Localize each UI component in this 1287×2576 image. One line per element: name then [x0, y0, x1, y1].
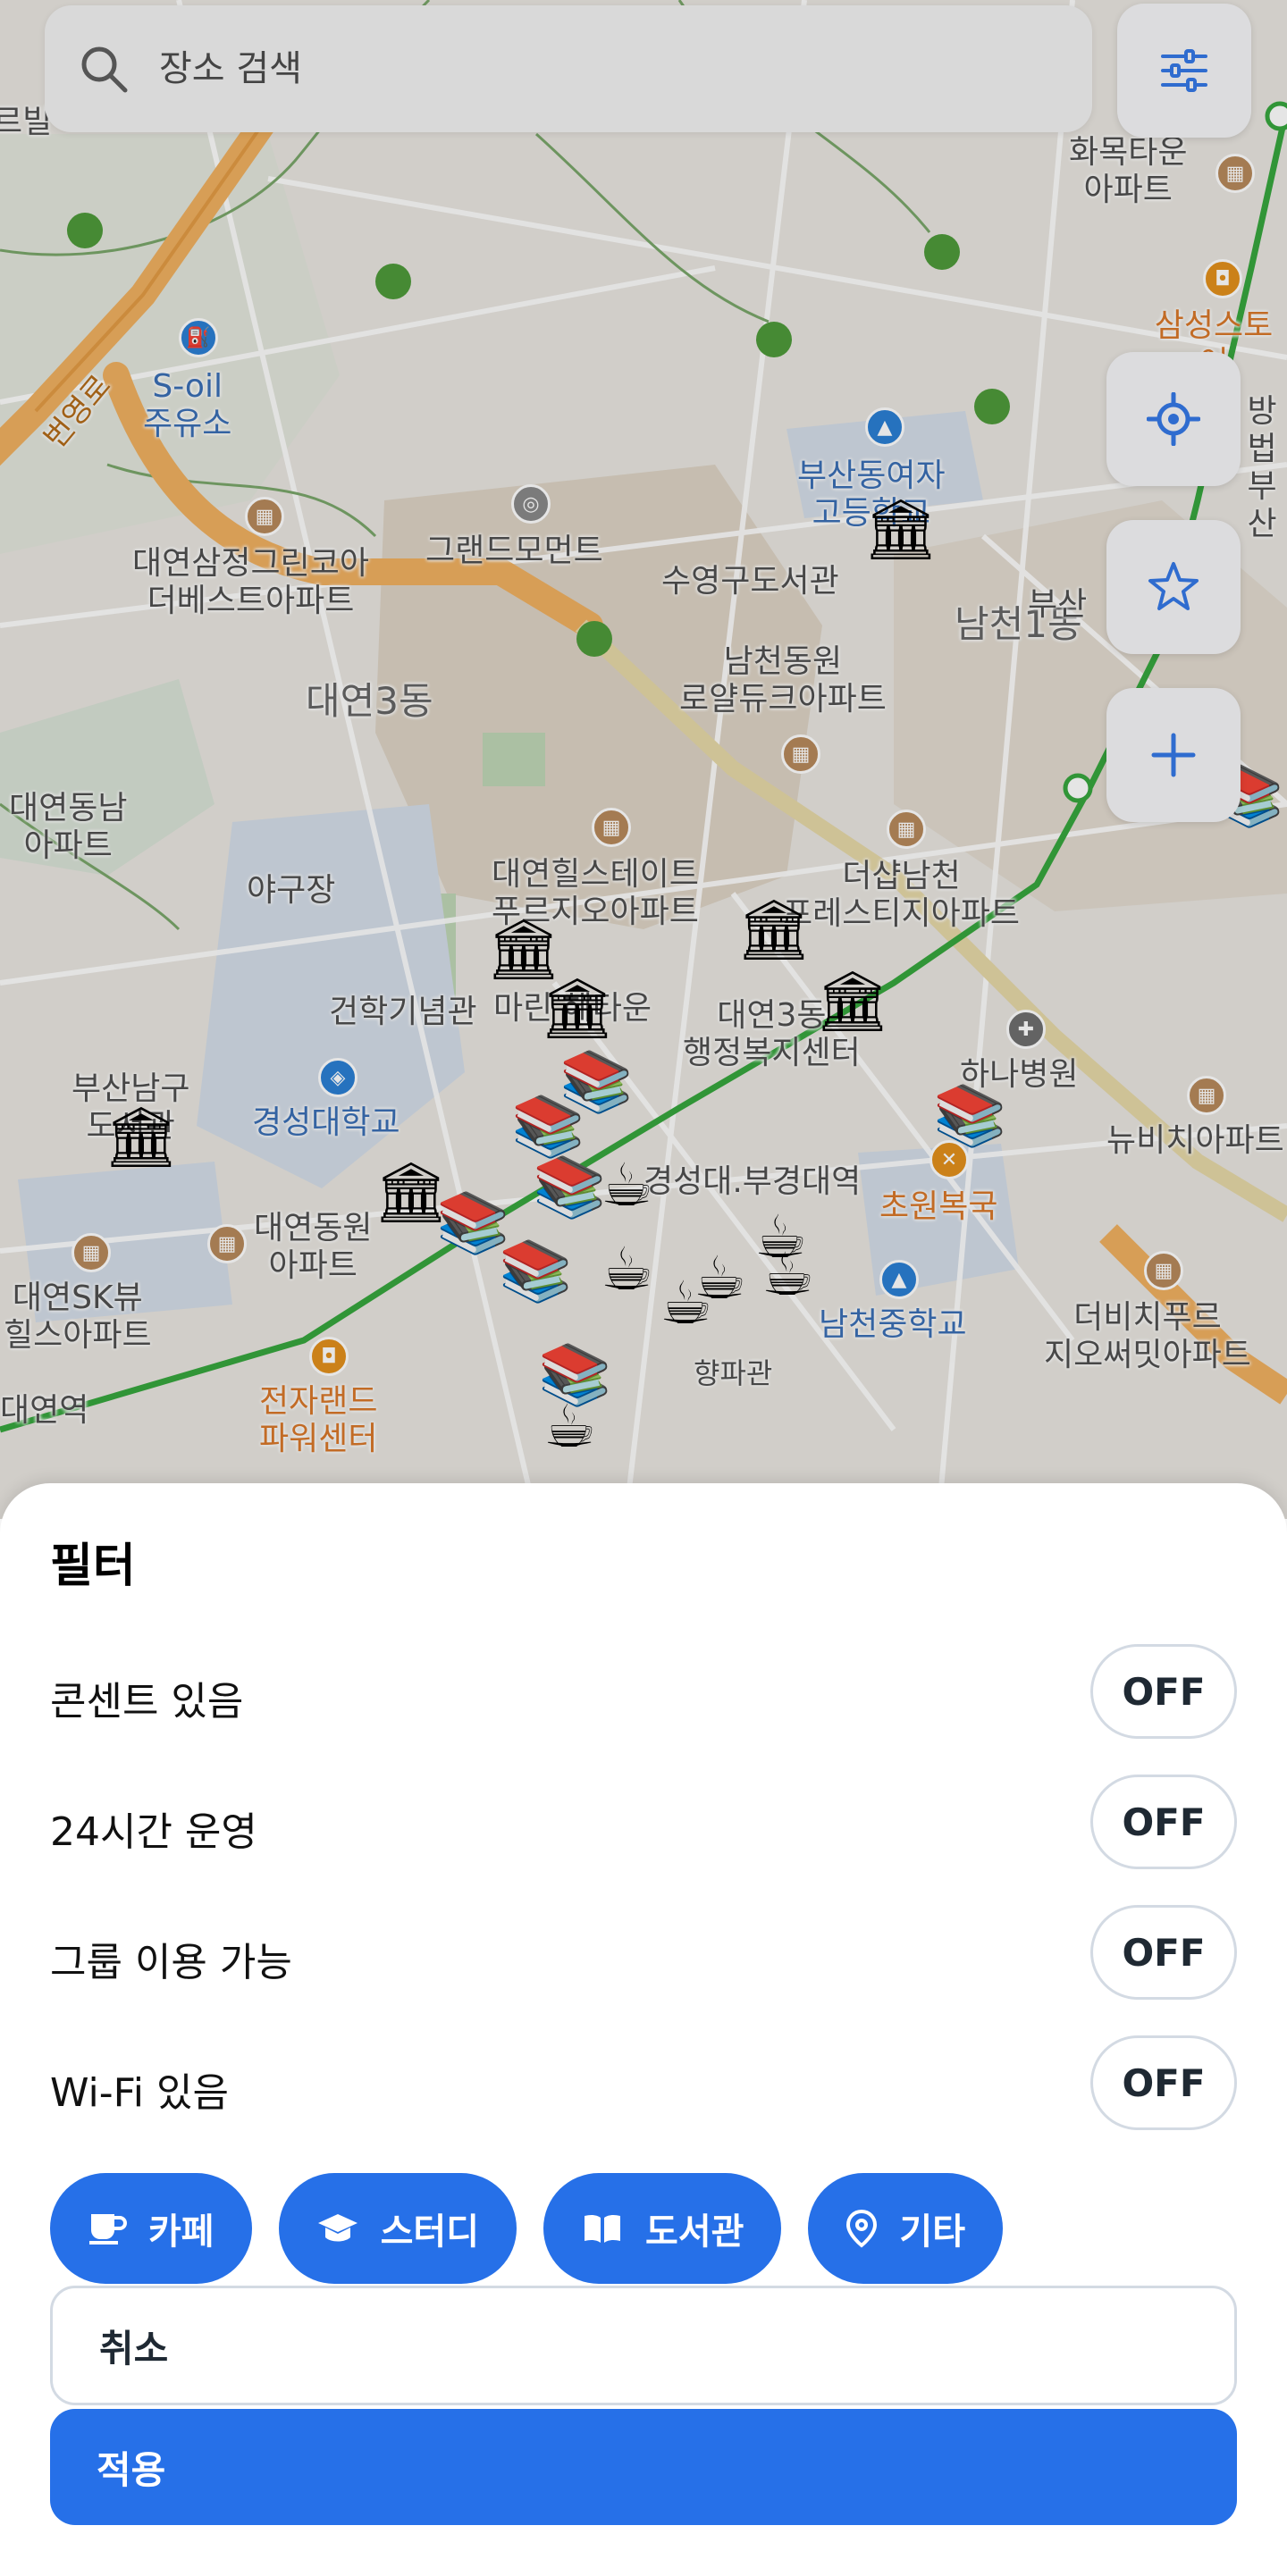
cafe-marker-icon[interactable]: ☕ [601, 1240, 653, 1299]
filter-row-group: 그룹 이용 가능 OFF [50, 1905, 1237, 2003]
store-pin-icon[interactable]: ◘ [1203, 259, 1242, 298]
category-chips: 카페 스터디 도서관 기타 [50, 2173, 1004, 2284]
map-label: 더비치푸르 지오써밋아파트 [1044, 1299, 1251, 1373]
map-label: S-oil 주유소 [143, 368, 232, 442]
filter-row-24h: 24시간 운영 OFF [50, 1775, 1237, 1873]
map-label: 향파관 [694, 1356, 773, 1390]
apartment-pin-icon[interactable]: ▦ [72, 1233, 111, 1272]
wifi-toggle[interactable]: OFF [1090, 2035, 1237, 2130]
sheet-title: 필터 [50, 1540, 136, 1593]
group-use-toggle[interactable]: OFF [1090, 1905, 1237, 2000]
search-input[interactable] [157, 47, 965, 90]
map-label: 건학기념관 [329, 994, 477, 1030]
apartment-pin-icon[interactable]: ▦ [781, 734, 820, 774]
map-label: 남천동원 로얄듀크아파트 [679, 643, 887, 717]
search-icon [81, 46, 128, 93]
filter-label: 24시간 운영 [50, 1809, 257, 1855]
open-24h-toggle[interactable]: OFF [1090, 1775, 1237, 1869]
cafe-marker-icon[interactable]: ☕ [601, 1156, 653, 1215]
graduation-cap-icon [317, 2214, 358, 2242]
library-marker-icon[interactable]: 🏛 [104, 1108, 179, 1167]
map-label: 대연SK뷰 힐스아파트 [4, 1280, 152, 1354]
apply-button[interactable]: 적용 [50, 2409, 1237, 2525]
category-chip-study[interactable]: 스터디 [278, 2173, 517, 2284]
filter-label: Wi-Fi 있음 [50, 2070, 229, 2116]
apartment-pin-icon[interactable]: ▦ [1187, 1076, 1226, 1115]
study-books-marker-icon[interactable]: 📚 [499, 1242, 572, 1301]
cancel-button[interactable]: 취소 [50, 2286, 1237, 2405]
study-books-marker-icon[interactable]: 📚 [533, 1158, 606, 1217]
school-pin-icon[interactable]: ▲ [865, 407, 904, 447]
map-label: 화목타운 아파트 [1069, 134, 1188, 208]
chip-label: 기타 [899, 2211, 966, 2253]
coffee-cup-icon [89, 2214, 127, 2245]
map-label: 야구장 [247, 872, 336, 909]
cafe-marker-icon[interactable]: ☕ [543, 1397, 596, 1456]
map-label: 수영구도서관 [661, 563, 839, 600]
library-marker-icon[interactable]: 🏛 [815, 972, 890, 1031]
school-pin-icon[interactable]: ▲ [879, 1260, 919, 1299]
chip-label: 도서관 [645, 2211, 744, 2253]
plus-icon [1151, 733, 1196, 777]
store-pin-icon[interactable]: ◘ [309, 1337, 349, 1376]
university-pin-icon[interactable]: ◈ [318, 1058, 358, 1097]
favorites-button[interactable] [1106, 520, 1241, 654]
map-label: 대연3동 [306, 679, 433, 723]
category-chip-cafe[interactable]: 카페 [50, 2173, 252, 2284]
apartment-pin-icon[interactable]: ▦ [245, 497, 284, 536]
study-books-marker-icon[interactable]: 📚 [511, 1097, 585, 1156]
filter-label: 그룹 이용 가능 [50, 1940, 292, 1985]
star-icon [1148, 562, 1199, 610]
gas-station-pin-icon[interactable]: ⛽ [179, 318, 218, 357]
map-label: 뉴비치아파트 [1106, 1122, 1284, 1159]
map-label: 전자랜드 파워센터 [259, 1383, 378, 1457]
category-chip-other[interactable]: 기타 [808, 2173, 1004, 2284]
add-place-button[interactable] [1106, 688, 1241, 822]
sliders-icon [1161, 49, 1207, 92]
map-label: 대연삼정그린코아 더베스트아파트 [132, 545, 369, 619]
filter-label: 콘센트 있음 [50, 1679, 244, 1724]
open-book-icon [585, 2214, 621, 2243]
landmark-pin-icon[interactable]: ◎ [511, 484, 551, 524]
chip-label: 스터디 [380, 2211, 480, 2253]
map-label: 부산 [1028, 586, 1088, 623]
map-label: 대연동남 아파트 [9, 790, 128, 864]
library-marker-icon[interactable]: 🏛 [736, 901, 812, 960]
filter-sheet: 필터 콘센트 있음 OFF 24시간 운영 OFF 그룹 이용 가능 OFF W… [0, 1483, 1287, 2576]
outlet-toggle[interactable]: OFF [1090, 1644, 1237, 1739]
map-label: 대연동원 아파트 [254, 1210, 373, 1284]
search-bar[interactable] [45, 5, 1092, 132]
map-label: 더샵남천 프레스티지아파트 [783, 858, 1020, 932]
apartment-pin-icon[interactable]: ▦ [207, 1224, 247, 1263]
map-label: 대연역 [0, 1392, 89, 1429]
map-label: 그랜드모먼트 [425, 533, 603, 569]
apartment-pin-icon[interactable]: ▦ [1216, 154, 1255, 193]
crosshair-icon [1147, 392, 1200, 446]
filter-row-wifi: Wi-Fi 있음 OFF [50, 2035, 1237, 2134]
map-label: 남천중학교 [819, 1306, 967, 1343]
map-label: 경성대학교 [252, 1104, 400, 1141]
library-marker-icon[interactable]: 🏛 [863, 500, 938, 559]
chip-label: 카페 [148, 2211, 214, 2253]
map-label: 방법 부산 [1247, 393, 1277, 542]
library-marker-icon[interactable]: 🏛 [486, 920, 561, 979]
map-label: 경성대.부경대역 [644, 1163, 862, 1200]
map-view[interactable]: 르빌 화목타운 아파트 삼성스토어 S-oil 주유소 번영로 부산동여자 고등… [0, 0, 1287, 1519]
cafe-marker-icon[interactable]: ☕ [761, 1246, 814, 1305]
map-pin-icon [846, 2209, 878, 2248]
cafe-marker-icon[interactable]: ☕ [694, 1249, 746, 1308]
map-label: 초원복국 [879, 1188, 998, 1225]
current-location-button[interactable] [1106, 352, 1241, 486]
apartment-pin-icon[interactable]: ▦ [592, 808, 631, 847]
study-books-marker-icon[interactable]: 📚 [933, 1087, 1006, 1145]
category-chip-library[interactable]: 도서관 [543, 2173, 782, 2284]
apartment-pin-icon[interactable]: ▦ [887, 810, 926, 849]
filter-settings-button[interactable] [1117, 4, 1251, 138]
library-marker-icon[interactable]: 🏛 [540, 979, 615, 1038]
apartment-pin-icon[interactable]: ▦ [1144, 1251, 1183, 1290]
filter-row-outlet: 콘센트 있음 OFF [50, 1644, 1237, 1742]
hospital-pin-icon[interactable]: ✚ [1006, 1010, 1046, 1049]
